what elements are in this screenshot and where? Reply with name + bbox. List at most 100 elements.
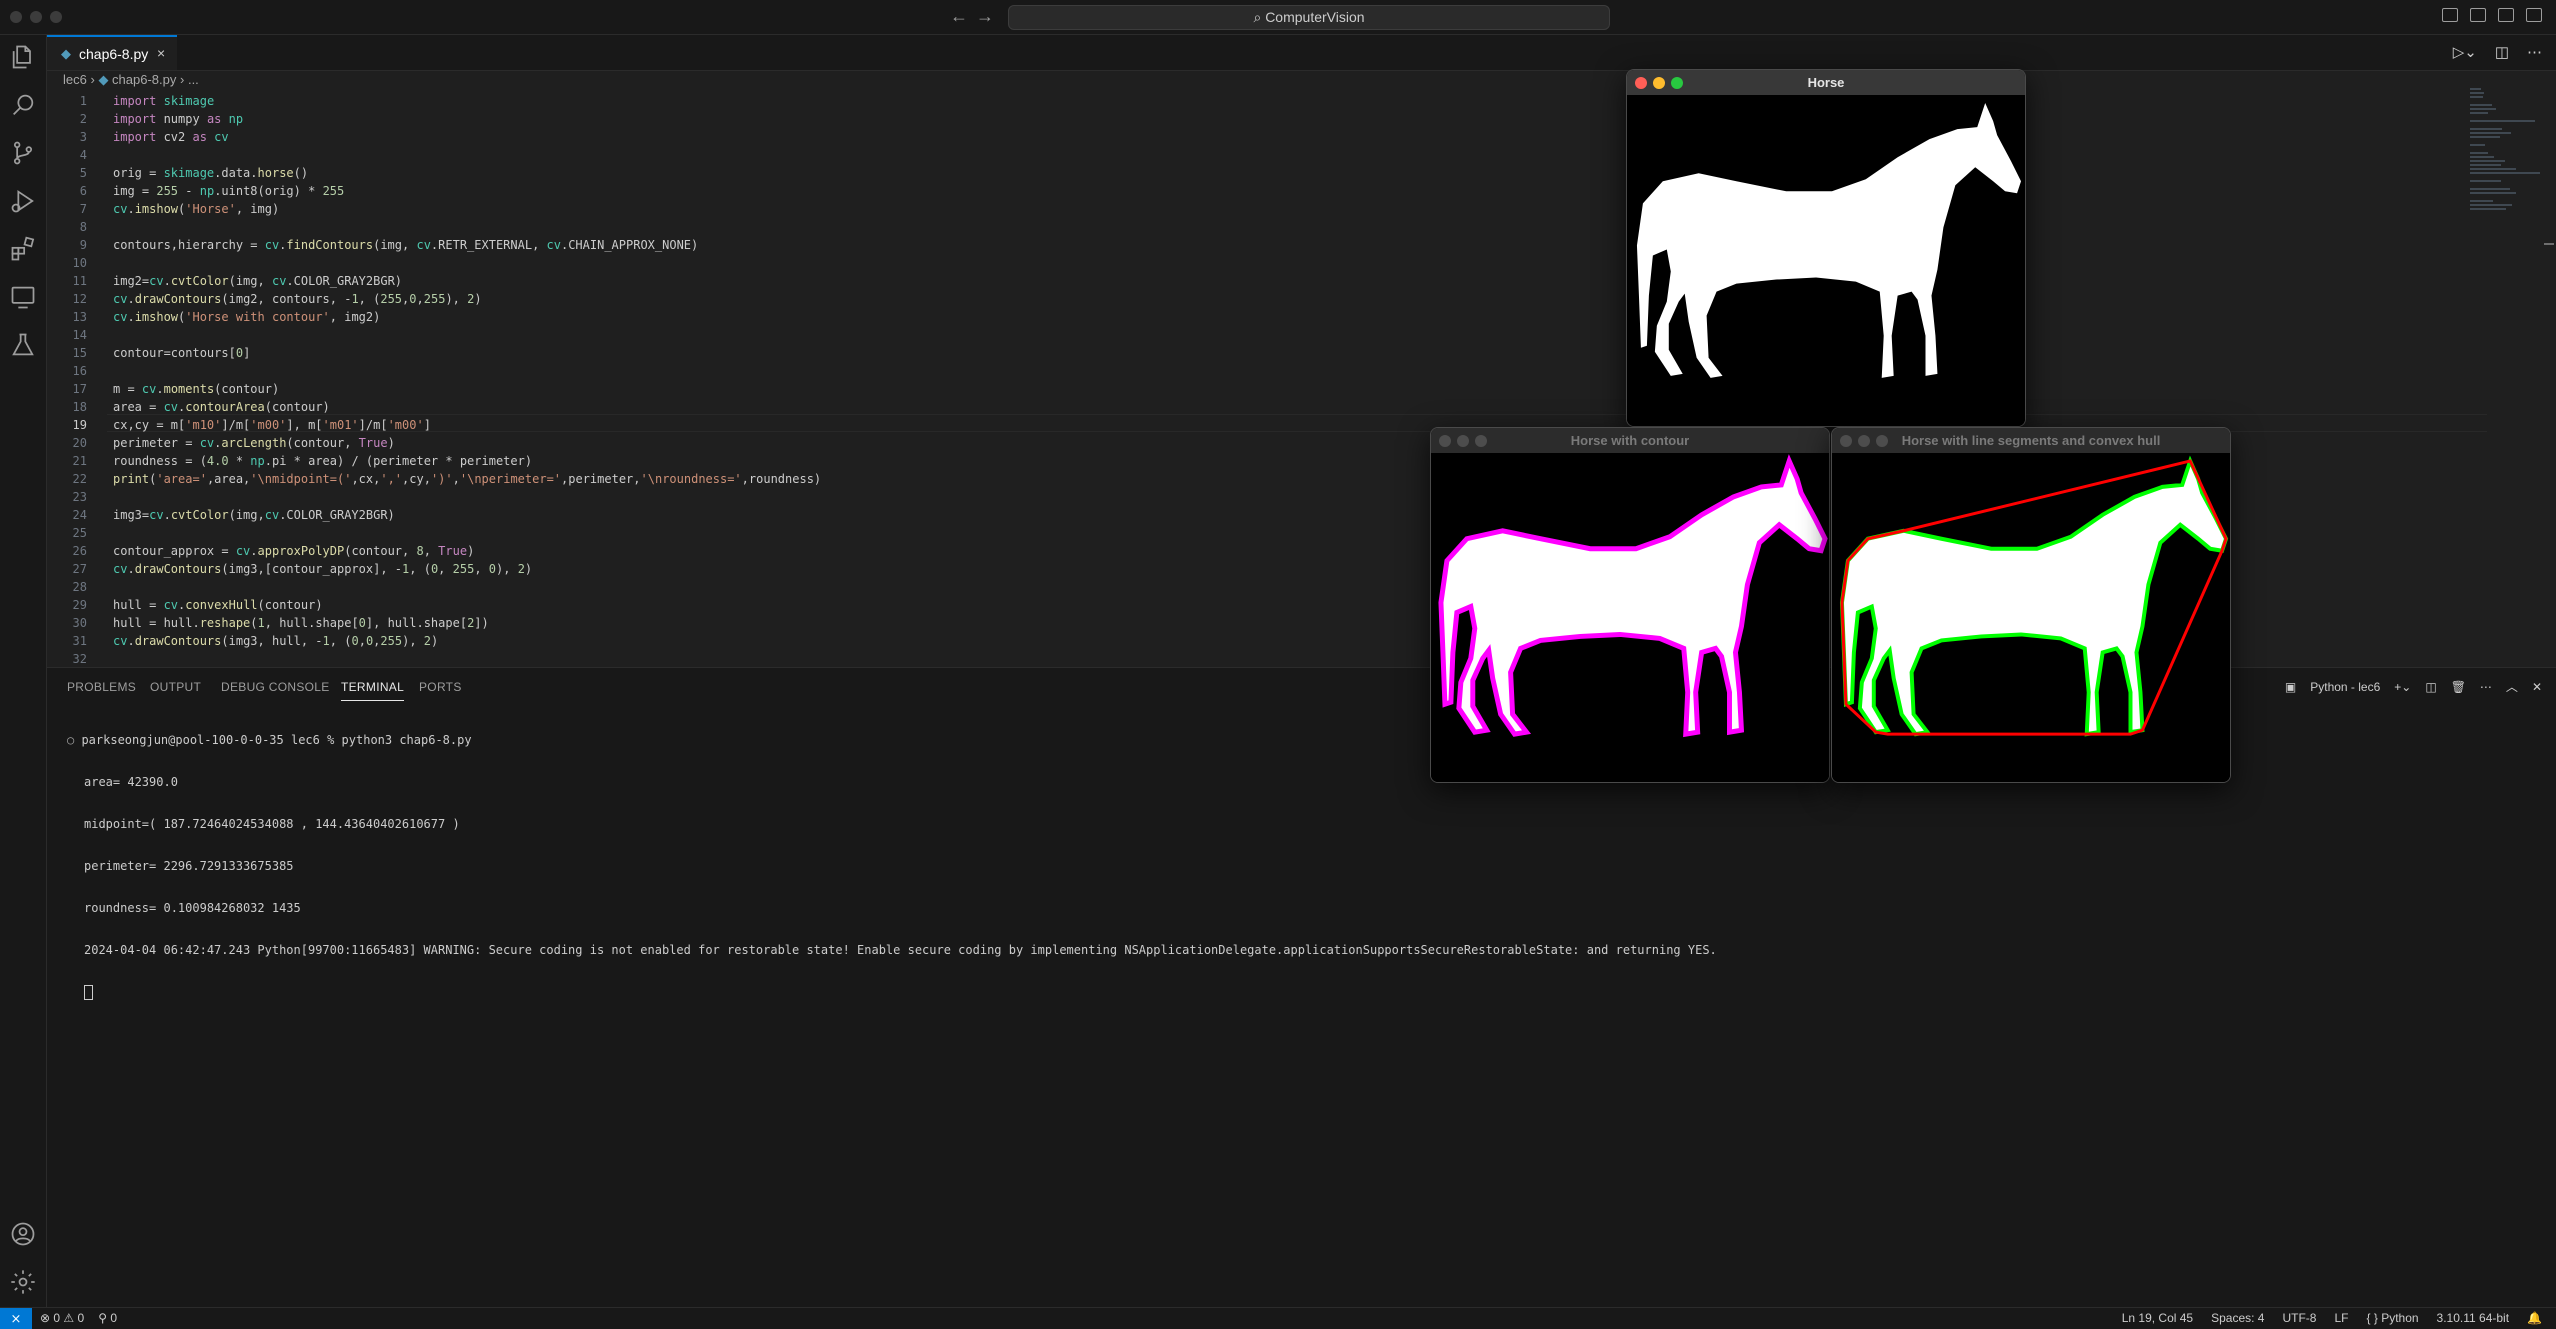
command-center-search[interactable]: ⌕ ComputerVision bbox=[1008, 5, 1610, 30]
close-window-button[interactable] bbox=[1635, 77, 1647, 89]
minimize-window-button[interactable] bbox=[30, 11, 42, 23]
line-number: 2 bbox=[79, 112, 87, 126]
run-file-icon[interactable]: ▷⌄ bbox=[2453, 43, 2477, 61]
line-number: 5 bbox=[79, 166, 87, 180]
tab-debug-console[interactable]: DEBUG CONSOLE bbox=[221, 680, 330, 694]
ports-indicator[interactable]: ⚲ 0 bbox=[98, 1311, 117, 1325]
code-text: cv.drawContours(img3,[contour_approx], -… bbox=[113, 562, 533, 576]
breadcrumb-folder[interactable]: lec6 bbox=[63, 72, 87, 87]
cursor-position[interactable]: Ln 19, Col 45 bbox=[2122, 1311, 2193, 1325]
maximize-panel-icon[interactable]: ︿ bbox=[2506, 678, 2518, 695]
tab-chap6-8[interactable]: ◆ chap6-8.py × bbox=[47, 35, 177, 70]
line-number: 17 bbox=[72, 382, 87, 396]
maximize-window-button[interactable] bbox=[1671, 77, 1683, 89]
maximize-window-button[interactable] bbox=[1876, 435, 1888, 447]
new-terminal-icon[interactable]: +⌄ bbox=[2394, 680, 2411, 694]
code-text: contour=contours[0] bbox=[113, 346, 251, 360]
activity-bar bbox=[0, 35, 47, 1307]
search-icon[interactable] bbox=[9, 91, 37, 119]
breadcrumb-file[interactable]: chap6-8.py bbox=[112, 72, 176, 87]
close-window-button[interactable] bbox=[10, 11, 22, 23]
minimap-line bbox=[2470, 160, 2506, 162]
kill-terminal-icon[interactable]: 🗑 bbox=[2451, 680, 2466, 694]
cv-window-titlebar[interactable]: Horse with contour bbox=[1431, 428, 1829, 453]
code-text: cx,cy = m['m10']/m['m00'], m['m01']/m['m… bbox=[113, 418, 431, 432]
code-text: contour_approx = cv.approxPolyDP(contour… bbox=[113, 544, 475, 558]
account-icon[interactable] bbox=[9, 1220, 37, 1248]
minimap-line bbox=[2470, 200, 2494, 202]
scrollbar-marker[interactable] bbox=[2544, 243, 2554, 245]
line-number: 7 bbox=[79, 202, 87, 216]
source-control-icon[interactable] bbox=[9, 139, 37, 167]
python-interpreter[interactable]: 3.10.11 64-bit bbox=[2437, 1311, 2510, 1325]
close-window-button[interactable] bbox=[1840, 435, 1852, 447]
split-editor-icon[interactable]: ◫ bbox=[2495, 43, 2509, 61]
editor-tabs: ◆ chap6-8.py × ▷⌄ ◫ ⋯ bbox=[47, 35, 2556, 71]
indentation[interactable]: Spaces: 4 bbox=[2211, 1311, 2264, 1325]
more-actions-icon[interactable]: ⋯ bbox=[2480, 680, 2492, 694]
terminal-instance-label[interactable]: Python - lec6 bbox=[2310, 680, 2380, 694]
toggle-sidebar-icon[interactable] bbox=[2442, 8, 2458, 22]
line-number: 19 bbox=[72, 418, 87, 432]
line-number: 13 bbox=[72, 310, 87, 324]
line-number: 30 bbox=[72, 616, 87, 630]
cv-window-horse-hull[interactable]: Horse with line segments and convex hull bbox=[1831, 427, 2231, 783]
code-text: orig = skimage.data.horse() bbox=[113, 166, 309, 180]
terminal-icon: ▣ bbox=[2284, 679, 2297, 694]
tab-terminal[interactable]: TERMINAL bbox=[341, 680, 405, 701]
explorer-icon[interactable] bbox=[9, 43, 37, 71]
extensions-icon[interactable] bbox=[9, 235, 37, 263]
split-terminal-icon[interactable]: ◫ bbox=[2425, 680, 2436, 694]
minimap-line bbox=[2470, 168, 2517, 170]
minimap[interactable] bbox=[2470, 88, 2540, 210]
line-number: 3 bbox=[79, 130, 87, 144]
line-number: 18 bbox=[72, 400, 87, 414]
tab-output[interactable]: OUTPUT bbox=[150, 680, 201, 694]
code-text: img3=cv.cvtColor(img,cv.COLOR_GRAY2BGR) bbox=[113, 508, 395, 522]
editor-actions: ▷⌄ ◫ ⋯ bbox=[2453, 43, 2542, 61]
language-mode[interactable]: { } Python bbox=[2367, 1311, 2419, 1325]
code-text: cv.drawContours(img2, contours, -1, (255… bbox=[113, 292, 482, 306]
minimize-window-button[interactable] bbox=[1858, 435, 1870, 447]
customize-layout-icon[interactable] bbox=[2526, 8, 2542, 22]
remote-indicator-icon[interactable]: ⨯ bbox=[0, 1308, 32, 1329]
toggle-panel-icon[interactable] bbox=[2470, 8, 2486, 22]
back-arrow-icon[interactable]: ← bbox=[950, 6, 968, 27]
testing-flask-icon[interactable] bbox=[9, 331, 37, 359]
close-window-button[interactable] bbox=[1439, 435, 1451, 447]
minimap-line bbox=[2470, 128, 2502, 130]
problems-indicator[interactable]: ⊗ 0 ⚠ 0 bbox=[40, 1311, 84, 1325]
maximize-window-button[interactable] bbox=[1475, 435, 1487, 447]
toggle-secondary-sidebar-icon[interactable] bbox=[2498, 8, 2514, 22]
terminal-line: roundness= 0.100984268032 1435 bbox=[84, 901, 301, 915]
code-text: hull = cv.convexHull(contour) bbox=[113, 598, 323, 612]
tab-ports[interactable]: PORTS bbox=[419, 680, 462, 694]
minimap-line bbox=[2470, 204, 2512, 206]
notifications-bell-icon[interactable]: 🔔 bbox=[2527, 1311, 2542, 1325]
line-number: 11 bbox=[72, 274, 87, 288]
run-debug-icon[interactable] bbox=[9, 187, 37, 215]
close-tab-icon[interactable]: × bbox=[157, 45, 165, 61]
encoding[interactable]: UTF-8 bbox=[2282, 1311, 2316, 1325]
minimize-window-button[interactable] bbox=[1653, 77, 1665, 89]
more-actions-icon[interactable]: ⋯ bbox=[2527, 43, 2542, 61]
code-text: import cv2 as cv bbox=[113, 130, 229, 144]
cv-window-titlebar[interactable]: Horse with line segments and convex hull bbox=[1832, 428, 2230, 453]
cv-window-title: Horse bbox=[1807, 75, 1845, 90]
close-panel-icon[interactable]: ✕ bbox=[2532, 680, 2542, 694]
terminal-line: 2024-04-04 06:42:47.243 Python[99700:116… bbox=[84, 943, 1717, 957]
cv-window-horse-contour[interactable]: Horse with contour bbox=[1430, 427, 1830, 783]
minimize-window-button[interactable] bbox=[1457, 435, 1469, 447]
settings-gear-icon[interactable] bbox=[9, 1268, 37, 1296]
line-number: 14 bbox=[72, 328, 87, 342]
cv-window-horse[interactable]: Horse bbox=[1626, 69, 2026, 427]
forward-arrow-icon[interactable]: → bbox=[976, 6, 994, 27]
tab-problems[interactable]: PROBLEMS bbox=[67, 680, 136, 694]
end-of-line[interactable]: LF bbox=[2334, 1311, 2348, 1325]
minimap-line bbox=[2470, 152, 2489, 154]
search-icon: ⌕ bbox=[1253, 9, 1266, 25]
cv-window-titlebar[interactable]: Horse bbox=[1627, 70, 2025, 95]
maximize-window-button[interactable] bbox=[50, 11, 62, 23]
remote-explorer-icon[interactable] bbox=[9, 283, 37, 311]
breadcrumb-symbol[interactable]: ... bbox=[188, 72, 199, 87]
